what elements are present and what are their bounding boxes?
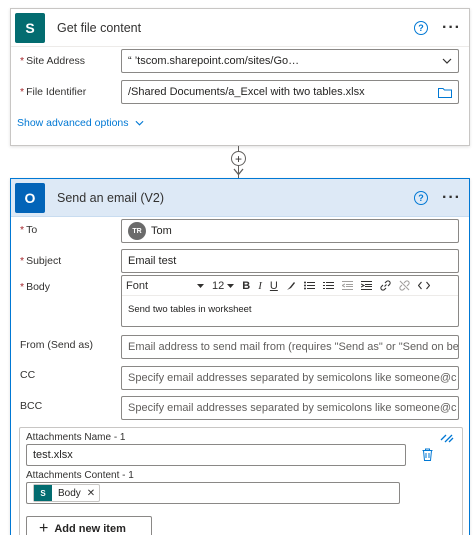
decrease-indent-icon[interactable]: [341, 281, 353, 290]
cc-placeholder: Specify email addresses separated by sem…: [128, 372, 459, 384]
to-field[interactable]: TR Tom: [121, 219, 459, 243]
font-family-select[interactable]: Font: [126, 280, 204, 292]
code-view-icon[interactable]: [417, 281, 430, 290]
from-field[interactable]: Email address to send mail from (require…: [121, 335, 459, 359]
show-advanced-options-link[interactable]: Show advanced options: [17, 117, 144, 129]
attachments-group: Attachments Name - 1 test.xlsx Attachmen…: [19, 427, 463, 535]
add-new-item-label: Add new item: [54, 523, 126, 535]
body-editor: Font 12 B I U Send two tables in workshe…: [121, 275, 459, 327]
body-label: * Body: [20, 281, 51, 293]
trash-icon[interactable]: [422, 448, 433, 461]
italic-icon[interactable]: I: [258, 280, 262, 292]
file-identifier-value: /Shared Documents/a_Excel with two table…: [128, 86, 365, 98]
help-icon[interactable]: ?: [414, 190, 429, 205]
switch-input-mode-icon[interactable]: [440, 433, 454, 443]
attachments-content-field[interactable]: S Body ✕: [26, 482, 400, 504]
bcc-placeholder: Specify email addresses separated by sem…: [128, 402, 459, 414]
help-icon[interactable]: ?: [414, 20, 429, 35]
font-size-select[interactable]: 12: [212, 279, 235, 292]
card-title: Get file content: [57, 20, 142, 35]
sharepoint-icon: S: [34, 485, 52, 501]
rich-text-toolbar: Font 12 B I U: [122, 276, 458, 296]
file-identifier-field[interactable]: /Shared Documents/a_Excel with two table…: [121, 80, 459, 104]
cc-field[interactable]: Specify email addresses separated by sem…: [121, 366, 459, 390]
font-size-value: 12: [212, 279, 225, 292]
recipient-name: Tom: [151, 225, 172, 237]
to-label: * To: [20, 224, 38, 236]
site-address-value: “ ’tscom.sharepoint.com/sites/Go…: [128, 55, 300, 67]
sharepoint-icon: S: [15, 12, 45, 43]
plus-icon: +: [39, 520, 49, 535]
site-address-dropdown[interactable]: “ ’tscom.sharepoint.com/sites/Go…: [121, 49, 459, 73]
subject-value: Email test: [128, 255, 177, 267]
cc-label: CC: [20, 369, 36, 381]
recipient-chip[interactable]: TR Tom: [128, 222, 172, 240]
outlook-icon: O: [15, 182, 45, 213]
from-label: From (Send as): [20, 339, 93, 351]
caret-down-icon: [227, 283, 235, 288]
attachments-name-label: Attachments Name - 1: [26, 432, 126, 443]
token-label: Body: [58, 487, 81, 499]
send-email-card: O Send an email (V2) ? ··· * To TR Tom * S…: [10, 178, 470, 535]
send-email-header[interactable]: O Send an email (V2) ? ···: [11, 179, 469, 217]
unlink-icon[interactable]: [399, 280, 410, 291]
underline-icon[interactable]: U: [270, 280, 278, 292]
highlight-icon[interactable]: [286, 281, 296, 291]
arrow-down-icon: [233, 168, 244, 176]
subject-label: * Subject: [20, 255, 62, 267]
increase-indent-icon[interactable]: [360, 281, 372, 290]
more-options-icon[interactable]: ···: [442, 189, 461, 206]
avatar: TR: [128, 222, 146, 240]
link-icon[interactable]: [380, 280, 391, 291]
from-placeholder: Email address to send mail from (require…: [128, 341, 459, 353]
numbered-list-icon[interactable]: [322, 281, 334, 290]
bold-icon[interactable]: B: [242, 280, 250, 292]
advanced-options-label: Show advanced options: [17, 117, 129, 129]
add-new-item-button[interactable]: + Add new item: [26, 516, 152, 535]
dynamic-content-token[interactable]: S Body ✕: [33, 484, 101, 502]
attachments-name-value: test.xlsx: [33, 449, 73, 461]
bulleted-list-icon[interactable]: [303, 281, 315, 290]
close-icon[interactable]: ✕: [87, 488, 95, 499]
site-address-label: * Site Address: [20, 55, 86, 67]
folder-icon[interactable]: [438, 87, 452, 98]
get-file-content-card: S Get file content ? ··· * Site Address “…: [10, 8, 470, 146]
insert-step-plus-icon[interactable]: +: [231, 151, 246, 166]
chevron-down-icon: [442, 58, 452, 64]
file-identifier-label: * File Identifier: [20, 86, 87, 98]
chevron-down-icon: [135, 120, 143, 126]
bcc-field[interactable]: Specify email addresses separated by sem…: [121, 396, 459, 420]
bcc-label: BCC: [20, 400, 43, 412]
subject-field[interactable]: Email test: [121, 249, 459, 273]
get-file-content-header[interactable]: S Get file content ? ···: [11, 9, 469, 47]
card-title: Send an email (V2): [57, 190, 165, 205]
font-family-label: Font: [126, 279, 149, 292]
attachments-name-field[interactable]: test.xlsx: [26, 444, 406, 466]
attachments-content-label: Attachments Content - 1: [26, 470, 134, 481]
more-options-icon[interactable]: ···: [442, 19, 461, 36]
caret-down-icon: [197, 283, 204, 288]
body-text[interactable]: Send two tables in worksheet: [122, 296, 458, 323]
